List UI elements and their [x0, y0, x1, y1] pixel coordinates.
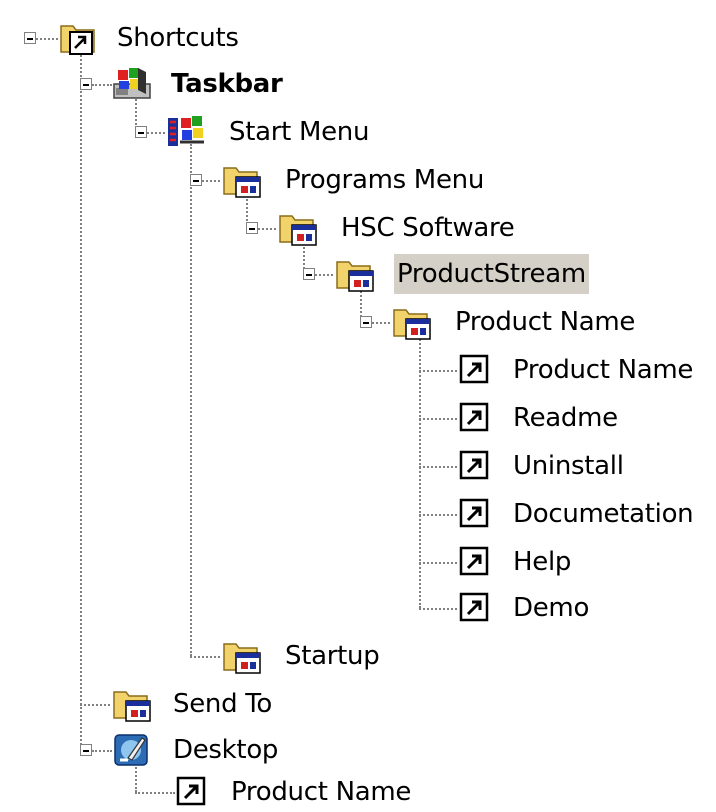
- tree-item-productstream[interactable]: ProductStream: [394, 254, 589, 294]
- shortcut-icon: [455, 350, 495, 390]
- tree-line: [135, 792, 175, 794]
- tree-item-desktop[interactable]: Desktop: [170, 730, 281, 770]
- tree-item-startup[interactable]: Startup: [282, 636, 382, 676]
- tree-item-taskbar[interactable]: Taskbar: [168, 64, 286, 104]
- tree-line: [190, 656, 220, 658]
- tree-item-documetation[interactable]: Documetation: [510, 494, 696, 534]
- tree-line: [202, 180, 220, 182]
- tree-line: [147, 132, 165, 134]
- program-folder-icon: [278, 208, 318, 248]
- tree-line: [190, 144, 192, 656]
- tree-item-shortcuts[interactable]: Shortcuts: [114, 18, 242, 58]
- tree-line: [419, 608, 457, 610]
- shortcut-icon: [172, 772, 212, 812]
- collapse-button-programs-menu[interactable]: [190, 174, 202, 186]
- collapse-button-hsc-software[interactable]: [246, 222, 258, 234]
- program-folder-icon: [222, 160, 262, 200]
- tree-item-readme[interactable]: Readme: [510, 398, 621, 438]
- tree-item-hsc-software[interactable]: HSC Software: [338, 208, 518, 248]
- folder-shortcut-icon: [58, 18, 98, 58]
- tree-line: [80, 48, 82, 752]
- tree-item-start-menu[interactable]: Start Menu: [226, 112, 372, 152]
- desktop-icon: [112, 730, 152, 770]
- tree-line: [92, 750, 112, 752]
- shortcut-icon: [455, 446, 495, 486]
- program-folder-icon: [392, 302, 432, 342]
- taskbar-icon: [112, 64, 152, 104]
- program-folder-icon: [222, 636, 262, 676]
- tree-line: [36, 38, 58, 40]
- tree-line: [80, 704, 110, 706]
- tree-item-product-name-folder[interactable]: Product Name: [452, 302, 638, 342]
- tree-item-demo[interactable]: Demo: [510, 588, 592, 628]
- tree-line: [419, 466, 457, 468]
- tree-line: [92, 84, 112, 86]
- tree-line: [419, 370, 457, 372]
- tree-item-programs-menu[interactable]: Programs Menu: [282, 160, 487, 200]
- collapse-button-desktop[interactable]: [80, 744, 92, 756]
- tree-line: [419, 418, 457, 420]
- start-menu-icon: [166, 112, 206, 152]
- tree-item-send-to[interactable]: Send To: [170, 684, 275, 724]
- tree-item-product-name[interactable]: Product Name: [510, 350, 696, 390]
- tree-line: [419, 514, 457, 516]
- shortcuts-tree-view[interactable]: Shortcuts Taskbar Start Menu Programs Me…: [0, 0, 716, 810]
- program-folder-icon: [335, 254, 375, 294]
- collapse-button-start-menu[interactable]: [135, 126, 147, 138]
- tree-item-desktop-product-name[interactable]: Product Name: [228, 772, 414, 812]
- tree-line: [315, 274, 333, 276]
- tree-line: [419, 336, 421, 608]
- shortcut-icon: [455, 398, 495, 438]
- tree-item-help[interactable]: Help: [510, 542, 574, 582]
- shortcut-icon: [455, 542, 495, 582]
- tree-line: [372, 322, 390, 324]
- collapse-button-taskbar[interactable]: [80, 78, 92, 90]
- collapse-button-product-name[interactable]: [360, 316, 372, 328]
- tree-line: [258, 228, 276, 230]
- program-folder-icon: [112, 684, 152, 724]
- shortcut-icon: [455, 588, 495, 628]
- shortcut-icon: [455, 494, 495, 534]
- tree-line: [419, 562, 457, 564]
- collapse-button-shortcuts[interactable]: [24, 32, 36, 44]
- collapse-button-productstream[interactable]: [303, 268, 315, 280]
- tree-item-uninstall[interactable]: Uninstall: [510, 446, 627, 486]
